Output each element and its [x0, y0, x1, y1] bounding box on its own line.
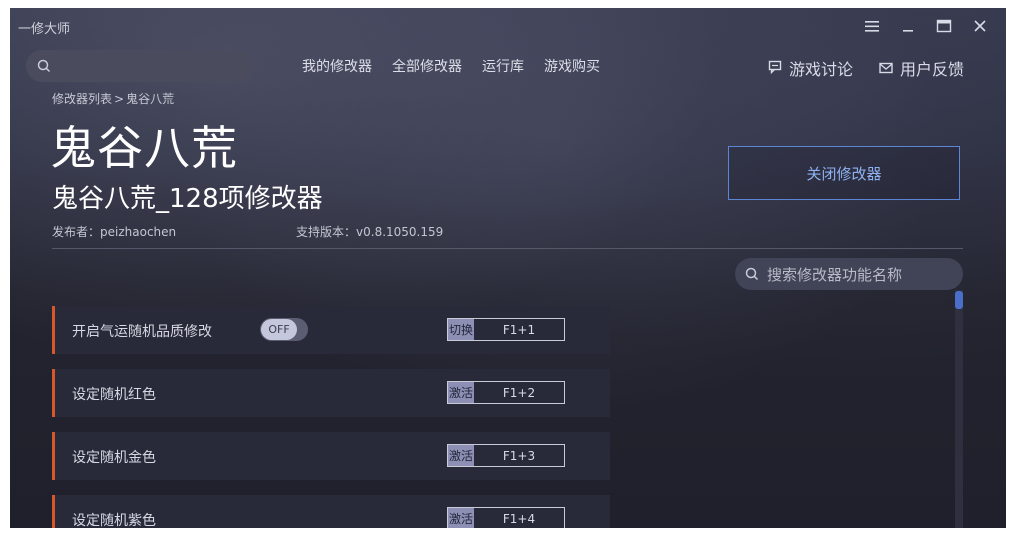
- feature-label: 设定随机紫色: [72, 513, 156, 528]
- author-info: 发布者：peizhaochen: [52, 223, 176, 240]
- feature-list: 开启气运随机品质修改 OFF 切换 F1+1 设定随机红色 激活 F1+2 设定…: [52, 306, 610, 528]
- feature-row: 设定随机金色 激活 F1+3: [52, 432, 610, 480]
- header-links: 游戏讨论 用户反馈: [768, 56, 964, 80]
- scrollbar-thumb[interactable]: [955, 291, 963, 309]
- author-name: peizhaochen: [100, 225, 177, 239]
- close-icon[interactable]: [962, 14, 998, 38]
- feature-toggle[interactable]: OFF: [260, 318, 308, 341]
- game-discussion-label: 游戏讨论: [788, 60, 853, 79]
- breadcrumb: 修改器列表 > 鬼谷八荒: [52, 90, 174, 107]
- divider: [52, 248, 963, 249]
- hotkey-key: F1+2: [502, 385, 536, 400]
- feature-search-input[interactable]: 搜索修改器功能名称: [735, 258, 963, 290]
- chat-icon: [768, 59, 782, 78]
- hotkey-field[interactable]: 激活 F1+4: [447, 507, 565, 528]
- version-value: v0.8.1050.159: [356, 225, 444, 239]
- close-trainer-button[interactable]: 关闭修改器: [728, 146, 960, 200]
- toggle-state: OFF: [261, 319, 297, 340]
- version-label: 支持版本：: [296, 225, 357, 239]
- user-feedback-label: 用户反馈: [899, 60, 964, 79]
- hotkey-action: 激活: [448, 508, 474, 528]
- scrollbar[interactable]: [955, 290, 963, 528]
- mail-icon: [879, 59, 893, 78]
- maximize-icon[interactable]: [926, 14, 962, 38]
- hotkey-key: F1+1: [502, 322, 536, 337]
- page-title: 鬼谷八荒: [50, 121, 238, 175]
- app-window: 一修大师 我的修改器 全部修改器 运行库 游戏购买 游戏讨论 用户反馈 修改器列…: [10, 8, 1006, 528]
- hotkey-action: 激活: [448, 382, 474, 403]
- search-input[interactable]: [26, 50, 254, 82]
- search-icon: [745, 267, 759, 285]
- hotkey-action: 切换: [448, 319, 474, 340]
- breadcrumb-separator: >: [114, 92, 125, 106]
- version-info: 支持版本：v0.8.1050.159: [296, 223, 443, 240]
- user-feedback-link[interactable]: 用户反馈: [879, 56, 964, 80]
- hotkey-field[interactable]: 激活 F1+3: [447, 444, 565, 467]
- app-title: 一修大师: [18, 22, 71, 37]
- minimize-icon[interactable]: [890, 14, 926, 38]
- nav-game-purchase[interactable]: 游戏购买: [544, 56, 600, 76]
- feature-label: 设定随机红色: [72, 387, 156, 403]
- window-controls: [854, 14, 998, 38]
- hotkey-key: F1+4: [502, 511, 536, 526]
- nav-my-trainers[interactable]: 我的修改器: [302, 56, 372, 76]
- feature-row: 设定随机红色 激活 F1+2: [52, 369, 610, 417]
- author-label: 发布者：: [52, 225, 101, 239]
- hotkey-field[interactable]: 切换 F1+1: [447, 318, 565, 341]
- menu-icon[interactable]: [854, 14, 890, 38]
- game-discussion-link[interactable]: 游戏讨论: [768, 56, 853, 80]
- hotkey-action: 激活: [448, 445, 474, 466]
- breadcrumb-current: 鬼谷八荒: [126, 92, 175, 106]
- nav-all-trainers[interactable]: 全部修改器: [392, 56, 462, 76]
- feature-row: 设定随机紫色 激活 F1+4: [52, 495, 610, 528]
- breadcrumb-root[interactable]: 修改器列表: [52, 92, 112, 106]
- main-nav: 我的修改器 全部修改器 运行库 游戏购买: [302, 56, 600, 76]
- hotkey-field[interactable]: 激活 F1+2: [447, 381, 565, 404]
- feature-row: 开启气运随机品质修改 OFF 切换 F1+1: [52, 306, 610, 354]
- nav-runtime[interactable]: 运行库: [482, 56, 524, 76]
- search-icon: [37, 58, 51, 77]
- feature-label: 开启气运随机品质修改: [72, 324, 212, 340]
- trainer-name: 鬼谷八荒_128项修改器: [52, 184, 323, 214]
- feature-label: 设定随机金色: [72, 450, 156, 466]
- hotkey-key: F1+3: [502, 448, 536, 463]
- feature-search-placeholder: 搜索修改器功能名称: [767, 265, 903, 284]
